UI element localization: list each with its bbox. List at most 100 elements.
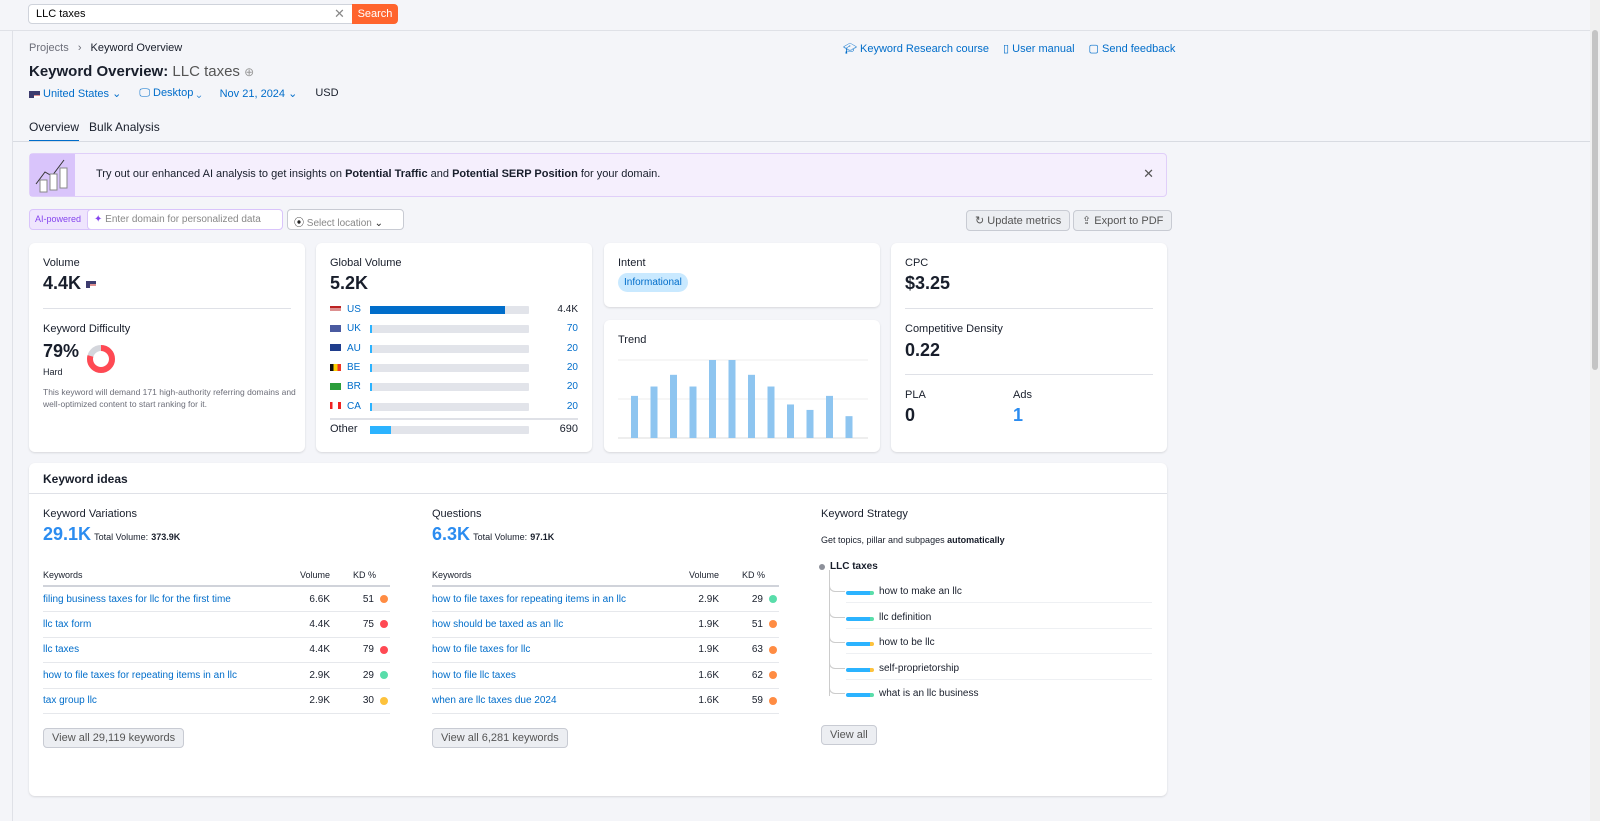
keyword-link[interactable]: llc taxes	[43, 637, 292, 663]
location-select[interactable]: ⦿ Select location ⌄	[287, 209, 404, 230]
search-button[interactable]: Search	[352, 4, 398, 24]
col-keywords[interactable]: Keywords	[43, 564, 292, 587]
scrollbar[interactable]	[1590, 0, 1600, 821]
sidebar-divider	[12, 31, 13, 821]
trend-bar	[709, 360, 716, 438]
strategy-item[interactable]: how to be llc	[879, 637, 935, 648]
country-au[interactable]: AU	[330, 343, 361, 354]
strategy-item[interactable]: what is an llc business	[879, 688, 979, 699]
country-bar	[370, 325, 529, 334]
clear-icon[interactable]: ✕	[334, 6, 345, 22]
trend-card: Trend	[604, 320, 880, 452]
refresh-icon: ↻	[975, 215, 985, 227]
country-bar	[370, 344, 529, 353]
density-label: Competitive Density	[905, 323, 1003, 335]
trend-bar	[806, 409, 814, 438]
keyword-link[interactable]: how to file taxes for llc	[432, 637, 681, 663]
strategy-item[interactable]: llc definition	[879, 612, 931, 623]
country-bar	[370, 363, 529, 372]
strategy-item[interactable]: self-proprietorship	[879, 663, 959, 674]
keyword-link[interactable]: tax group llc	[43, 688, 292, 714]
questions-count[interactable]: 6.3K	[432, 524, 470, 544]
send-feedback-link[interactable]: ▢ Send feedback	[1089, 42, 1176, 55]
keyword-link[interactable]: filing business taxes for llc for the fi…	[43, 586, 292, 612]
strategy-root[interactable]: LLC taxes	[830, 561, 878, 572]
variations-count[interactable]: 29.1K	[43, 524, 91, 544]
desktop-icon: 🖵︎	[139, 87, 150, 99]
country-us[interactable]: US	[330, 304, 361, 315]
volume-cell: 4.4K	[291, 637, 330, 663]
upload-icon: ⇪	[1082, 215, 1092, 227]
questions-section: Questions 6.3K Total Volume: 97.1K Keywo…	[432, 508, 779, 748]
growth-chart-icon	[30, 154, 75, 196]
date-select[interactable]: Nov 21, 2024 ⌄	[220, 87, 298, 100]
country-volume: 4.4K	[557, 304, 578, 315]
country-uk[interactable]: UK	[330, 323, 361, 334]
other-value: 690	[559, 423, 578, 435]
country-volume[interactable]: 20	[567, 362, 578, 373]
close-icon[interactable]: ✕	[1143, 166, 1154, 182]
variations-table: Keywords Volume KD % filing business taxes …	[43, 564, 390, 714]
country-bar	[370, 383, 529, 392]
user-manual-link[interactable]: ▯ User manual	[1003, 42, 1074, 55]
col-volume[interactable]: Volume	[291, 564, 330, 587]
keyword-link[interactable]: how should be taxed as an llc	[432, 611, 681, 638]
kd-dot-icon	[769, 696, 777, 705]
pla-value: 0	[905, 405, 916, 425]
country-volume[interactable]: 20	[567, 401, 578, 412]
keyword-link[interactable]: how to file llc taxes	[432, 662, 681, 689]
us-flag-icon	[29, 90, 40, 98]
trend-bar	[826, 395, 833, 438]
export-pdf-button[interactable]: ⇪ Export to PDF	[1073, 210, 1173, 231]
tabs: Overview Bulk Analysis	[29, 120, 160, 142]
volume-cell: 1.6K	[680, 688, 719, 714]
questions-view-all-button[interactable]: View all 6,281 keywords	[432, 728, 568, 748]
keyword-link[interactable]: how to file taxes for repeating items in…	[43, 662, 292, 689]
keyword-link[interactable]: llc tax form	[43, 611, 292, 638]
keyword-link[interactable]: how to file taxes for repeating items in…	[432, 586, 681, 612]
col-kd[interactable]: KD %	[330, 564, 390, 587]
pla-label: PLA	[905, 389, 926, 401]
country-br[interactable]: BR	[330, 381, 361, 392]
strategy-bar-icon	[846, 616, 874, 621]
update-metrics-button[interactable]: ↻ Update metrics	[966, 210, 1071, 231]
ads-value[interactable]: 1	[1013, 405, 1023, 426]
keyword-link[interactable]: when are llc taxes due 2024	[432, 688, 681, 714]
keyword-course-link[interactable]: 🎓︎ Keyword Research course	[843, 42, 989, 55]
tab-overview[interactable]: Overview	[29, 120, 80, 142]
global-volume-value: 5.2K	[330, 273, 369, 293]
volume-kd-card: Volume 4.4K Keyword Difficulty 79% Hard …	[29, 243, 305, 452]
add-icon[interactable]: ⊕	[244, 65, 254, 79]
intent-card: Intent Informational	[604, 243, 880, 307]
cpc-card: CPC $3.25 Competitive Density 0.22 PLA 0…	[891, 243, 1167, 452]
country-volume[interactable]: 20	[567, 343, 578, 354]
variations-view-all-button[interactable]: View all 29,119 keywords	[43, 728, 185, 748]
table-row: how to file taxes for llc 1.9K 63	[432, 637, 779, 663]
col-volume[interactable]: Volume	[680, 564, 719, 587]
trend-bar	[670, 374, 677, 438]
search-input[interactable]	[28, 4, 353, 24]
strategy-view-all-button[interactable]: View all	[821, 725, 877, 745]
country-be[interactable]: BE	[330, 362, 360, 373]
col-keywords[interactable]: Keywords	[432, 564, 681, 587]
country-volume[interactable]: 70	[567, 323, 578, 334]
kd-dot-icon	[769, 671, 777, 680]
device-select[interactable]: 🖵︎ Desktop ⌄	[139, 87, 201, 100]
kd-cell: 75	[330, 611, 390, 638]
col-kd[interactable]: KD %	[719, 564, 779, 587]
ai-banner: Try out our enhanced AI analysis to get …	[29, 153, 1167, 197]
strategy-item[interactable]: how to make an llc	[879, 586, 962, 597]
kd-cell: 63	[719, 637, 779, 663]
country-ca[interactable]: CA	[330, 401, 361, 412]
country-select[interactable]: United States ⌄	[29, 87, 121, 100]
keyword-ideas-card: Keyword ideas Keyword Variations 29.1K T…	[29, 463, 1167, 796]
br-flag-icon	[330, 383, 341, 391]
table-row: how should be taxed as an llc 1.9K 51	[432, 611, 779, 638]
domain-input[interactable]: ✦ Enter domain for personalized data	[87, 209, 283, 230]
tab-bulk-analysis[interactable]: Bulk Analysis	[89, 120, 160, 142]
country-volume[interactable]: 20	[567, 381, 578, 392]
volume-cell: 2.9K	[291, 662, 330, 689]
total-volume-value: 97.1K	[530, 532, 555, 542]
breadcrumb-projects[interactable]: Projects	[29, 42, 69, 54]
other-bar	[370, 426, 529, 434]
